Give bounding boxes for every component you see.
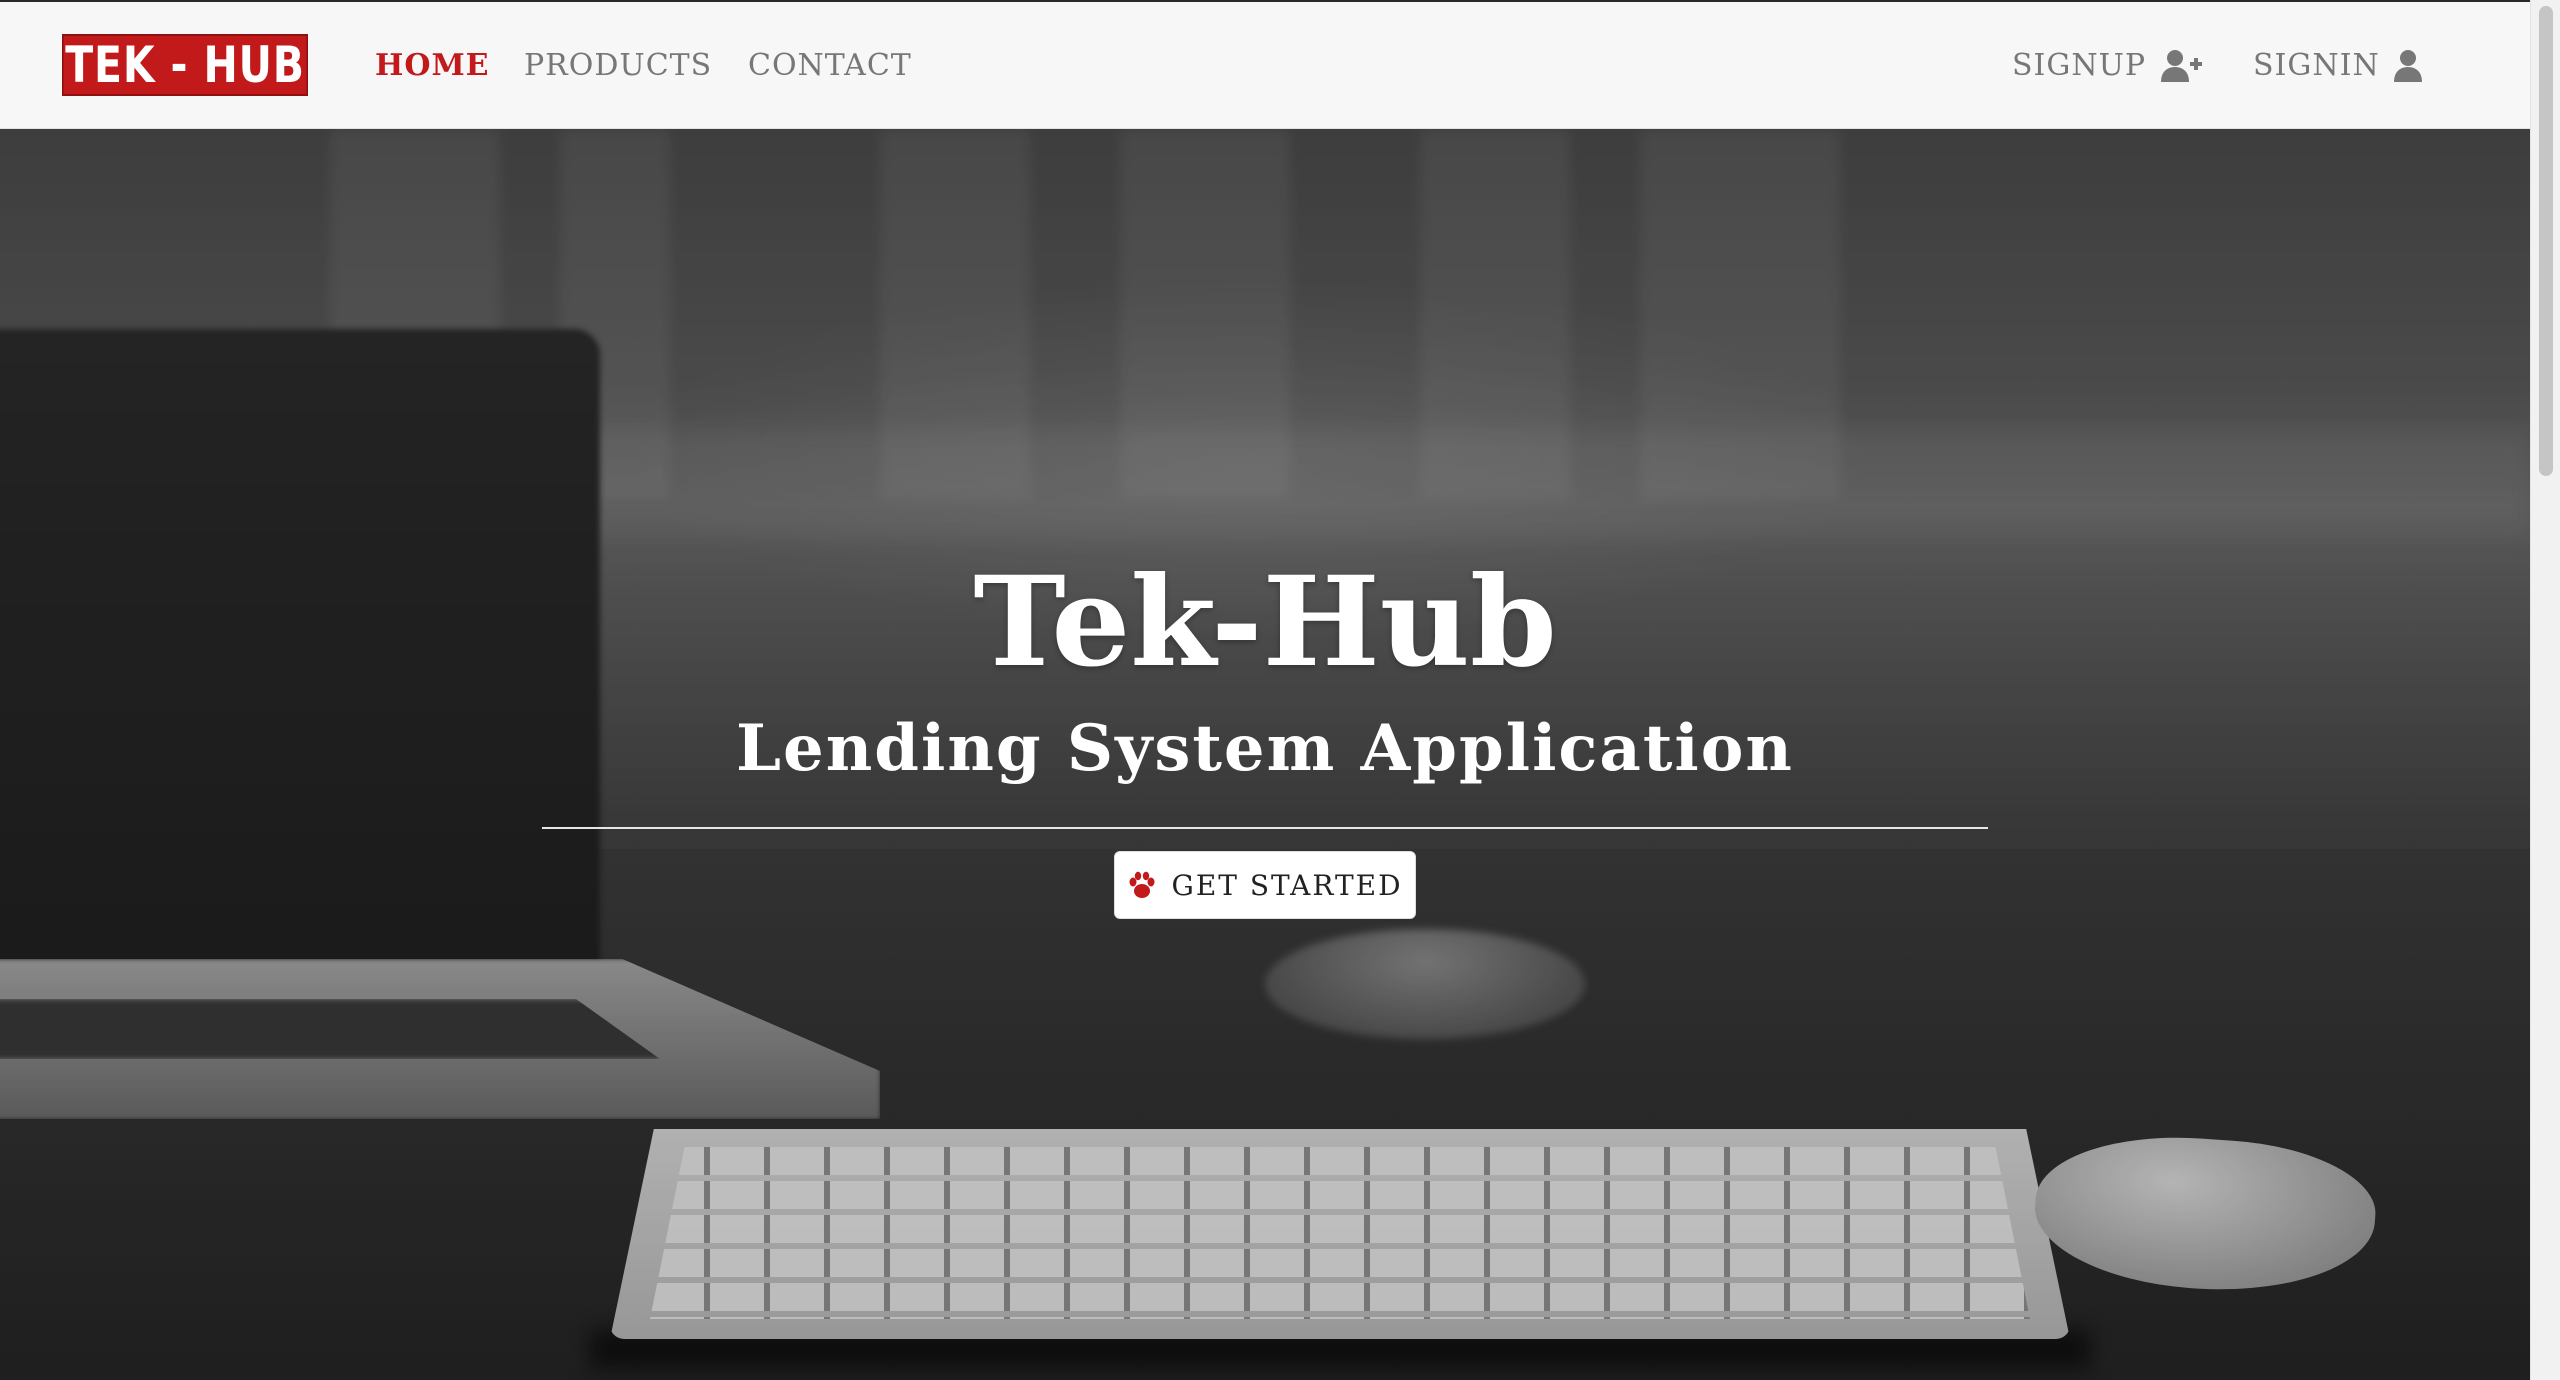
top-navbar: TEK - HUB HOME PRODUCTS CONTACT SIGNUP S… (0, 0, 2530, 129)
hero-title: Tek-Hub (973, 550, 1557, 695)
page-scrollbar[interactable] (2530, 0, 2560, 1380)
signin-label: SIGNIN (2253, 48, 2380, 83)
nav-link-products[interactable]: PRODUCTS (524, 46, 712, 86)
hero-divider (542, 827, 1988, 829)
brand-logo[interactable]: TEK - HUB (62, 34, 308, 96)
get-started-button[interactable]: GET STARTED (1114, 851, 1416, 919)
user-icon (2393, 49, 2422, 83)
scrollbar-thumb[interactable] (2539, 6, 2553, 476)
user-plus-icon (2160, 49, 2203, 83)
signin-link[interactable]: SIGNIN (2253, 46, 2422, 86)
get-started-label: GET STARTED (1171, 868, 1403, 902)
page: TEK - HUB HOME PRODUCTS CONTACT SIGNUP S… (0, 0, 2560, 1380)
nav-link-home[interactable]: HOME (375, 46, 490, 86)
hero-subtitle: Lending System Application (736, 711, 1794, 786)
signup-link[interactable]: SIGNUP (2012, 46, 2203, 86)
paw-icon (1127, 871, 1157, 899)
signup-label: SIGNUP (2012, 48, 2147, 83)
nav-link-contact[interactable]: CONTACT (748, 46, 912, 86)
hero-section: Tek-Hub Lending System Application GET S… (0, 129, 2530, 1380)
